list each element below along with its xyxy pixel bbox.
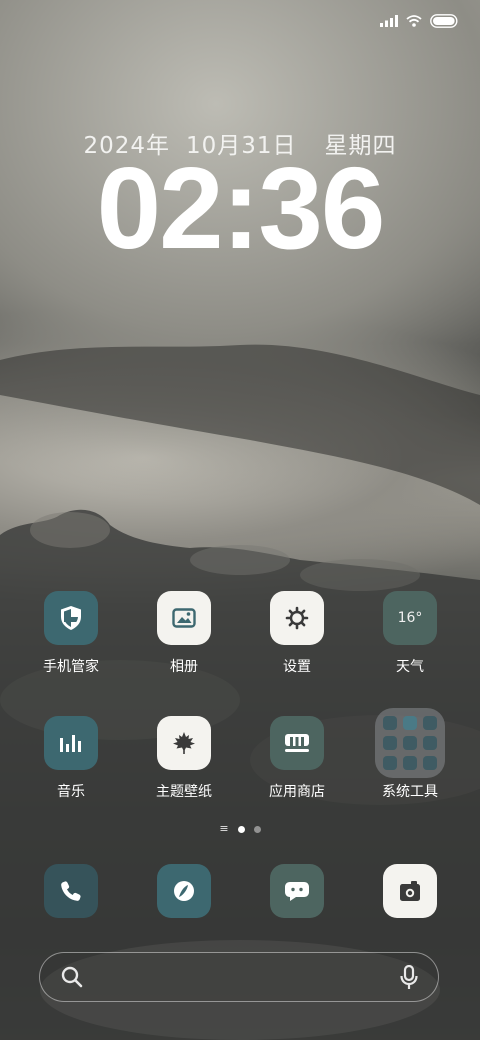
app-label: 系统工具 [382, 784, 438, 800]
app-security[interactable]: 手机管家 [16, 591, 126, 676]
wifi-icon [406, 15, 422, 27]
microphone-icon[interactable] [400, 965, 418, 991]
battery-icon [430, 14, 458, 28]
camera-icon [400, 881, 420, 901]
search-bar[interactable] [39, 952, 439, 1002]
message-icon [285, 882, 309, 901]
phone-icon [61, 881, 81, 901]
search-input[interactable] [96, 963, 380, 993]
app-label: 天气 [396, 659, 424, 675]
app-store[interactable]: 应用商店 [242, 716, 352, 801]
app-label: 音乐 [57, 784, 85, 800]
app-label: 应用商店 [269, 784, 325, 800]
dock-browser[interactable] [157, 864, 211, 918]
leaf-icon [157, 716, 211, 770]
browser-icon [174, 881, 194, 901]
page-indicator[interactable]: ≡ [0, 823, 480, 834]
app-themes[interactable]: 主题壁纸 [129, 716, 239, 801]
weather-icon: 16° [383, 591, 437, 645]
page-dot-active[interactable] [237, 825, 245, 833]
shield-icon [44, 591, 98, 645]
gear-icon [270, 591, 324, 645]
app-label: 主题壁纸 [156, 784, 212, 800]
store-icon [270, 716, 324, 770]
dock-camera[interactable] [383, 864, 437, 918]
dock-messages[interactable] [270, 864, 324, 918]
clock-widget[interactable]: 02:36 [0, 148, 480, 268]
menu-lines-icon[interactable]: ≡ [219, 823, 228, 834]
page-dot[interactable] [253, 825, 261, 833]
gallery-icon [157, 591, 211, 645]
weather-temperature: 16° [397, 610, 423, 626]
search-icon[interactable] [60, 965, 84, 989]
app-gallery[interactable]: 相册 [129, 591, 239, 676]
status-bar [380, 10, 458, 32]
app-label: 设置 [283, 659, 311, 675]
app-folder-system-tools[interactable]: 系统工具 [355, 708, 465, 801]
app-weather[interactable]: 16° 天气 [355, 591, 465, 676]
music-bars-icon [44, 716, 98, 770]
dock-phone[interactable] [44, 864, 98, 918]
app-label: 相册 [170, 659, 198, 675]
signal-icon [380, 15, 398, 27]
folder-icon [375, 708, 445, 778]
app-music[interactable]: 音乐 [16, 716, 126, 801]
app-settings[interactable]: 设置 [242, 591, 352, 676]
app-label: 手机管家 [43, 659, 99, 675]
